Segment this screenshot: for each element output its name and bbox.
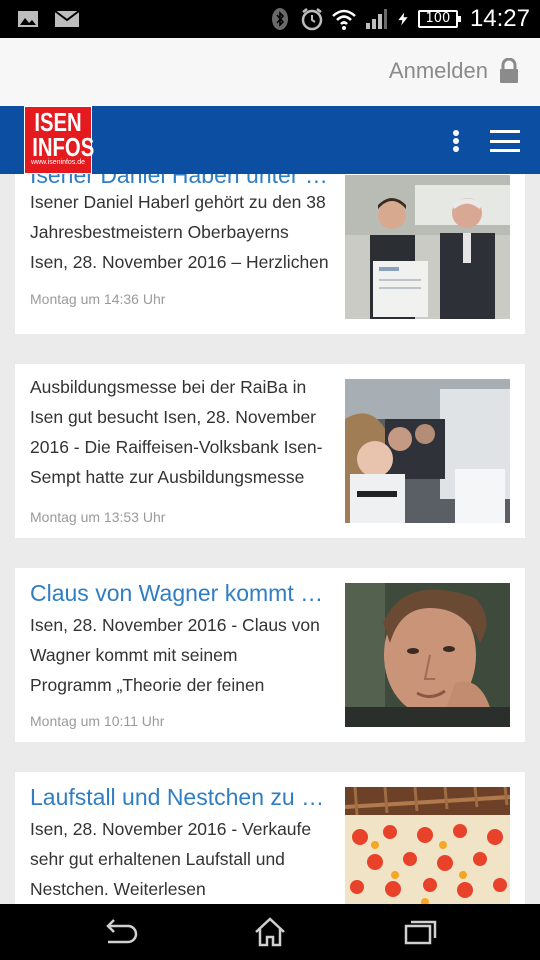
login-link[interactable]: Anmelden — [389, 58, 520, 84]
login-bar: Anmelden — [0, 38, 540, 106]
site-logo[interactable]: ISEN INFOS www.iseninfos.de — [24, 106, 94, 174]
bluetooth-icon — [271, 8, 288, 30]
back-icon[interactable] — [100, 916, 140, 948]
playpen-photo[interactable] — [345, 787, 510, 904]
recents-icon[interactable] — [400, 916, 440, 948]
clock: 14:27 — [469, 5, 530, 32]
article-feed: Isener Daniel Haberl unter den 38 Jahres… — [0, 174, 540, 904]
article-card[interactable]: Isener Daniel Haberl unter den 38 Jahres… — [15, 174, 525, 334]
login-label: Anmelden — [388, 58, 488, 83]
portrait-photo[interactable] — [345, 583, 510, 727]
charging-icon — [398, 12, 408, 26]
article-time: Montag um 13:53 Uhr — [30, 509, 166, 525]
article-excerpt: Isen, 28. November 2016 - Verkaufe sehr … — [30, 819, 312, 899]
signal-icon — [365, 9, 387, 29]
wifi-icon — [332, 9, 356, 30]
home-icon[interactable] — [250, 916, 290, 948]
article-time: Montag um 10:11 Uhr — [30, 713, 165, 729]
lock-icon — [500, 58, 518, 83]
article-title[interactable]: Laufstall und Nestchen zu verkaufen — [30, 782, 335, 812]
article-card[interactable]: Ausbildungsmesse bei der RaiBa in Isen g… — [15, 364, 525, 538]
more-options-icon[interactable] — [446, 126, 466, 156]
site-header: ISEN INFOS www.iseninfos.de — [0, 106, 540, 174]
article-time: Montag um 14:36 Uhr — [30, 291, 166, 307]
article-excerpt: Isen, 28. November 2016 - Claus von Wagn… — [30, 615, 320, 695]
article-title[interactable]: Claus von Wagner kommt nach Isen — [30, 578, 335, 608]
article-excerpt: Ausbildungsmesse bei der RaiBa in Isen g… — [30, 377, 323, 487]
image-icon — [18, 11, 38, 27]
hamburger-menu-icon[interactable] — [490, 130, 520, 152]
fair-photo[interactable] — [345, 379, 510, 523]
system-navigation-bar — [0, 904, 540, 960]
article-card[interactable]: Claus von Wagner kommt nach Isen Isen, 2… — [15, 568, 525, 742]
award-photo[interactable] — [345, 175, 510, 319]
status-bar: 100 14:27 — [0, 0, 540, 38]
mail-icon — [54, 10, 80, 27]
alarm-icon — [301, 8, 323, 31]
article-excerpt: Isener Daniel Haberl gehört zu den 38 Ja… — [30, 192, 329, 272]
battery-indicator: 100 — [417, 10, 461, 28]
article-card[interactable]: Laufstall und Nestchen zu verkaufen Isen… — [15, 772, 525, 904]
